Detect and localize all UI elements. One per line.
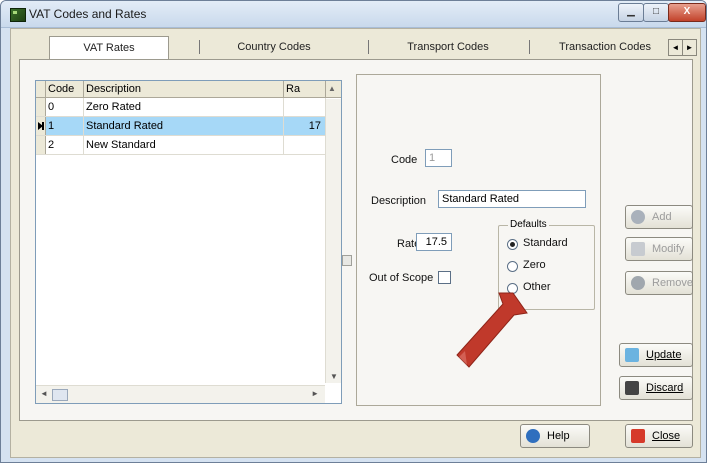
help-button[interactable]: Help	[520, 424, 590, 448]
column-header-code[interactable]: Code	[46, 81, 84, 97]
rate-field[interactable]: 17.5	[416, 233, 452, 251]
cell-description: Zero Rated	[84, 98, 284, 116]
grid-vertical-scrollbar[interactable]: ▼	[325, 99, 341, 383]
cell-description: New Standard	[84, 136, 284, 154]
scroll-down-icon[interactable]: ▼	[330, 372, 338, 381]
modify-icon	[631, 242, 645, 256]
close-icon	[631, 429, 645, 443]
cell-code: 1	[46, 117, 84, 135]
tab-separator	[368, 40, 369, 54]
remove-button-label: Remove	[652, 277, 693, 289]
grid-scroll-up-icon[interactable]: ▲	[326, 81, 341, 97]
grid-header: Code Description Ra ▲	[36, 81, 341, 98]
vat-codes-window: VAT Codes and Rates ▁ □ X VAT Rates Coun…	[0, 0, 707, 463]
description-label: Description	[371, 195, 427, 207]
window-title: VAT Codes and Rates	[29, 7, 147, 21]
add-button-label: Add	[652, 211, 672, 223]
tab-vat-rates[interactable]: VAT Rates	[49, 36, 169, 59]
cell-rate	[284, 98, 326, 116]
row-indicator	[36, 98, 46, 116]
cell-code: 0	[46, 98, 84, 116]
tab-scroll-left-button[interactable]: ◄	[668, 39, 683, 56]
app-icon	[10, 8, 26, 22]
radio-zero[interactable]	[507, 261, 518, 272]
help-icon	[526, 429, 540, 443]
remove-icon	[631, 276, 645, 290]
add-button[interactable]: Add	[625, 205, 693, 229]
discard-button-label: Discard	[646, 382, 684, 394]
tab-separator	[199, 40, 200, 54]
scroll-right-icon[interactable]: ►	[311, 389, 319, 398]
modify-button[interactable]: Modify	[625, 237, 693, 261]
tab-transport-codes[interactable]: Transport Codes	[383, 36, 513, 58]
close-button[interactable]: Close	[625, 424, 693, 448]
radio-standard[interactable]	[507, 239, 518, 250]
remove-button[interactable]: Remove	[625, 271, 693, 295]
modify-button-label: Modify	[652, 243, 685, 255]
tab-transaction-codes[interactable]: Transaction Codes	[544, 36, 666, 58]
out-of-scope-label: Out of Scope	[369, 272, 434, 284]
tab-country-codes[interactable]: Country Codes	[215, 36, 333, 58]
add-icon	[631, 210, 645, 224]
update-button-label: Update	[646, 349, 682, 361]
update-button[interactable]: Update	[619, 343, 693, 367]
tab-strip: VAT Rates Country Codes Transport Codes …	[19, 36, 697, 60]
current-row-arrow-icon	[38, 122, 44, 130]
radio-standard-label[interactable]: Standard	[523, 237, 568, 249]
update-icon	[625, 348, 639, 362]
tab-separator	[529, 40, 530, 54]
cell-rate: 17	[284, 117, 326, 135]
splitter-handle[interactable]	[342, 255, 352, 266]
cell-rate	[284, 136, 326, 154]
trash-icon	[625, 381, 639, 395]
scroll-thumb[interactable]	[52, 389, 68, 401]
radio-zero-label[interactable]: Zero	[523, 259, 546, 271]
close-window-button[interactable]: X	[668, 3, 706, 22]
help-button-label: Help	[547, 430, 570, 442]
description-field[interactable]: Standard Rated	[438, 190, 586, 208]
cell-code: 2	[46, 136, 84, 154]
table-row[interactable]: 2 New Standard	[36, 136, 341, 155]
table-row-selected[interactable]: 1 Standard Rated 17	[36, 117, 341, 136]
row-indicator-current	[36, 117, 46, 135]
row-indicator	[36, 136, 46, 154]
column-header-rate[interactable]: Ra	[284, 81, 326, 97]
column-header-description[interactable]: Description	[84, 81, 284, 97]
maximize-button[interactable]: □	[643, 3, 669, 22]
dialog-client: VAT Rates Country Codes Transport Codes …	[10, 28, 701, 458]
cell-description: Standard Rated	[84, 117, 284, 135]
code-field[interactable]: 1	[425, 149, 452, 167]
tab-scroll-right-button[interactable]: ►	[682, 39, 697, 56]
discard-button[interactable]: Discard	[619, 376, 693, 400]
defaults-group-title: Defaults	[508, 219, 549, 230]
minimize-button[interactable]: ▁	[618, 3, 644, 22]
title-bar[interactable]: VAT Codes and Rates ▁ □ X	[1, 1, 706, 28]
grid-header-indicator	[36, 81, 46, 97]
close-button-label: Close	[652, 430, 681, 442]
scroll-left-icon[interactable]: ◄	[40, 389, 48, 398]
annotation-arrow-icon	[456, 292, 528, 368]
grid-horizontal-scrollbar[interactable]: ◄ ►	[36, 385, 325, 403]
out-of-scope-checkbox[interactable]	[438, 271, 451, 284]
table-row[interactable]: 0 Zero Rated	[36, 98, 341, 117]
vat-rates-grid[interactable]: Code Description Ra ▲ 0 Zero Rated 1 Sta…	[35, 80, 342, 404]
code-label: Code	[391, 154, 418, 166]
